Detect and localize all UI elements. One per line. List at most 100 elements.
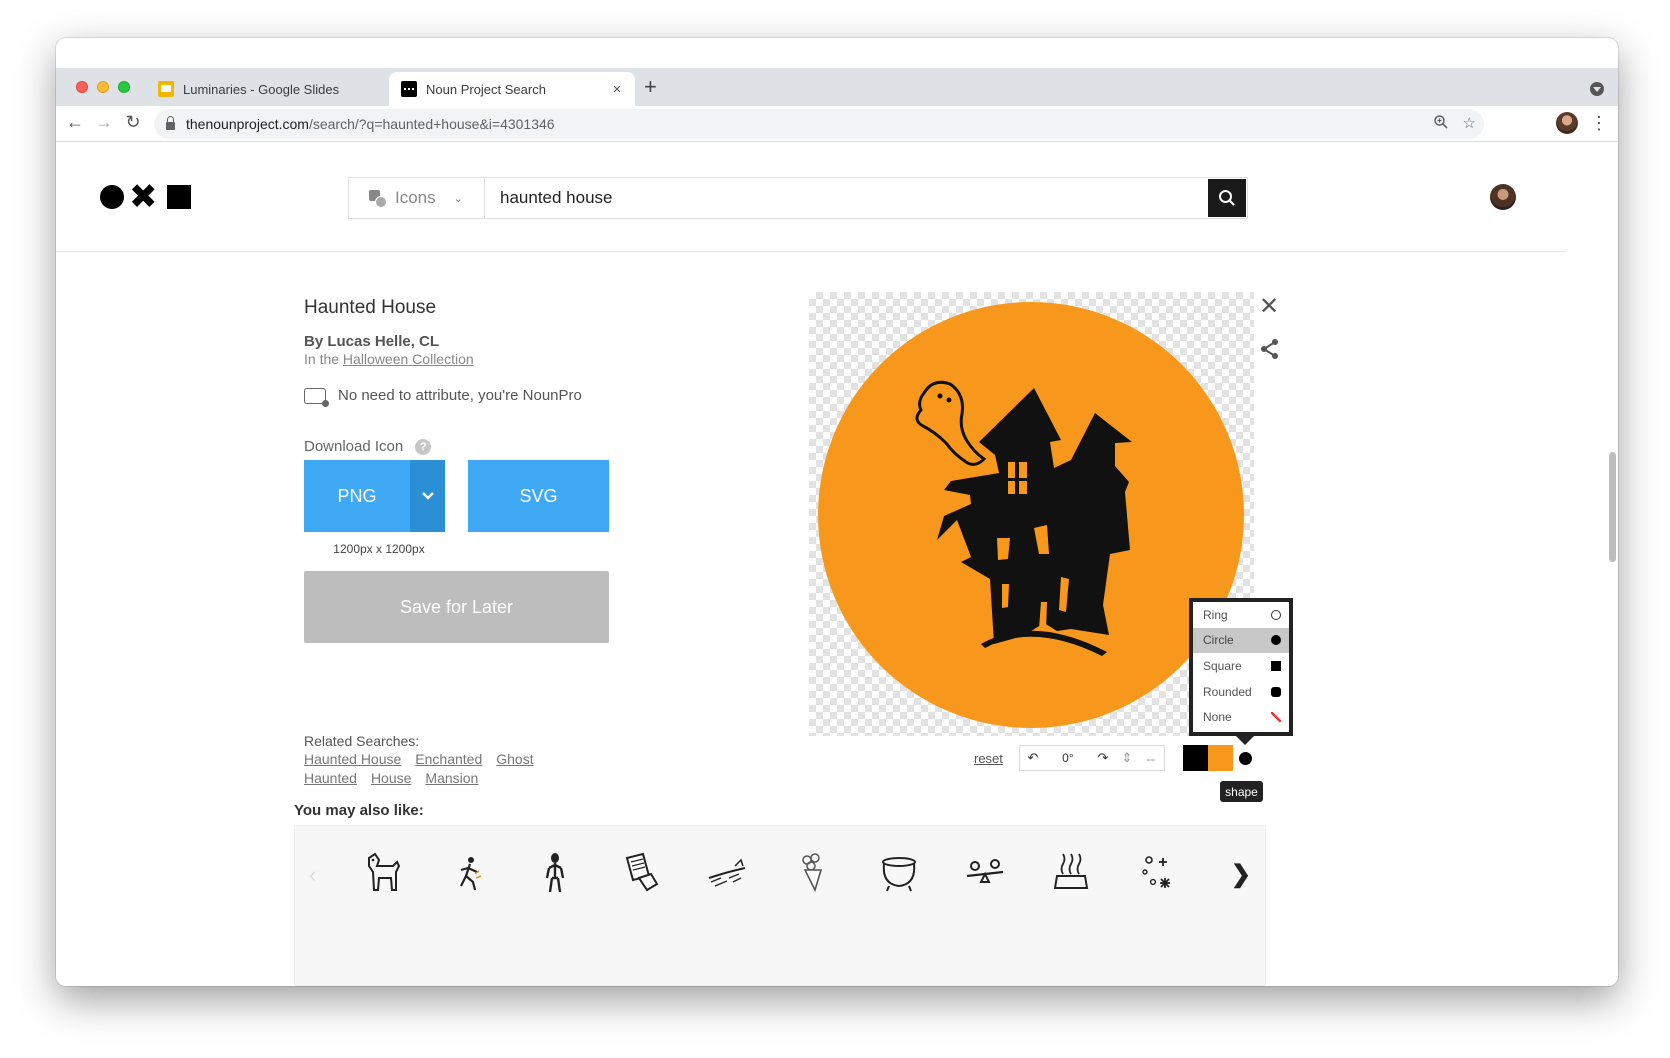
- reload-icon[interactable]: ↻: [123, 112, 143, 133]
- url-host: thenounproject.com: [186, 116, 309, 132]
- png-label: PNG: [337, 485, 377, 506]
- page-scrollbar[interactable]: [1609, 452, 1616, 562]
- site-header: ✖ Icons ⌄: [56, 142, 1566, 252]
- new-tab-button[interactable]: +: [644, 76, 657, 98]
- steam-icon[interactable]: [1051, 850, 1091, 896]
- also-like-heading: You may also like:: [294, 802, 424, 819]
- attribution-note: No need to attribute, you're NounPro: [304, 387, 582, 407]
- tab-label: Noun Project Search: [426, 81, 546, 97]
- shape-option-circle[interactable]: Circle: [1193, 627, 1289, 654]
- related-searches-heading: Related Searches:: [304, 733, 420, 749]
- window-top-strip: [56, 38, 1618, 68]
- shape-tooltip: shape: [1220, 781, 1263, 802]
- shape-option-label: Circle: [1203, 633, 1234, 648]
- tab-strip: Luminaries - Google Slides × Noun Projec…: [56, 68, 1618, 106]
- close-tab-icon[interactable]: ×: [607, 81, 627, 98]
- related-link[interactable]: House: [371, 769, 411, 787]
- paper-hand-icon[interactable]: [621, 850, 661, 896]
- carousel-next-icon[interactable]: ❯: [1231, 860, 1251, 889]
- witch-broom-icon[interactable]: [707, 850, 747, 896]
- download-heading: Download Icon ?: [304, 438, 432, 455]
- search-button[interactable]: [1208, 179, 1246, 217]
- noun-project-logo[interactable]: ✖: [100, 177, 191, 217]
- minimize-window-button[interactable]: [97, 81, 109, 93]
- noun-project-icon: [401, 81, 417, 97]
- runner-icon[interactable]: [449, 850, 489, 896]
- nounpro-badge-icon: [304, 387, 329, 407]
- lock-icon: [166, 116, 175, 130]
- bouquet-icon[interactable]: [793, 850, 833, 896]
- related-link[interactable]: Haunted: [304, 769, 357, 787]
- sparkles-icon[interactable]: [1137, 850, 1177, 896]
- search-type-select[interactable]: Icons ⌄: [349, 178, 485, 218]
- shape-option-label: Rounded: [1203, 684, 1252, 699]
- rotate-right-icon[interactable]: ↷: [1090, 750, 1116, 766]
- address-bar-actions: ☆: [1433, 114, 1476, 132]
- rotation-controls: ↶ 0° ↷ ⇕ ⇔: [1018, 745, 1165, 771]
- logo-circle: [100, 185, 124, 209]
- attribution-text: No need to attribute, you're NounPro: [338, 387, 582, 404]
- search-input[interactable]: [485, 178, 1207, 218]
- help-icon[interactable]: ?: [415, 438, 432, 455]
- rounded-square-icon: [1271, 686, 1281, 697]
- foreground-color-swatch[interactable]: [1182, 745, 1208, 771]
- profile-avatar[interactable]: [1556, 112, 1578, 134]
- download-label: Download Icon: [304, 438, 404, 455]
- chevron-down-icon: [421, 492, 434, 500]
- more-menu-icon[interactable]: ⋮: [1590, 114, 1608, 132]
- icon-title: Haunted House: [304, 297, 437, 318]
- save-for-later-button[interactable]: Save for Later: [304, 571, 609, 643]
- shape-option-square[interactable]: Square: [1193, 653, 1289, 679]
- flip-vertical-icon[interactable]: ⇕: [1116, 750, 1138, 766]
- shape-option-ring[interactable]: Ring: [1193, 602, 1289, 628]
- browser-toolbar: ← → ↻ thenounproject.com/search/?q=haunt…: [56, 106, 1618, 142]
- zoom-icon[interactable]: [1433, 114, 1449, 130]
- reset-link[interactable]: reset: [974, 751, 1003, 766]
- shape-picker-button[interactable]: [1233, 745, 1259, 771]
- no-shape-icon: [1271, 712, 1281, 723]
- icons-type-icon: [369, 190, 387, 208]
- close-window-button[interactable]: [76, 81, 88, 93]
- google-slides-icon: [158, 81, 174, 97]
- rotate-left-icon[interactable]: ↶: [1020, 750, 1046, 766]
- address-bar[interactable]: thenounproject.com/search/?q=haunted+hou…: [154, 109, 1484, 139]
- icon-collection: In the Halloween Collection: [304, 351, 474, 367]
- user-avatar[interactable]: [1490, 184, 1516, 210]
- maximize-window-button[interactable]: [118, 81, 130, 93]
- search-bar: Icons ⌄: [348, 177, 1248, 219]
- gender-seesaw-icon[interactable]: [965, 850, 1005, 896]
- tab-noun-project[interactable]: Noun Project Search ×: [389, 72, 635, 106]
- related-link[interactable]: Mansion: [425, 769, 478, 787]
- chevron-down-icon: ⌄: [453, 192, 463, 205]
- download-svg-button[interactable]: SVG: [468, 460, 609, 532]
- png-options-dropdown[interactable]: [410, 460, 445, 532]
- also-like-carousel: ‹ ❯: [294, 825, 1266, 986]
- dog-icon[interactable]: [363, 850, 403, 896]
- cauldron-icon[interactable]: [879, 850, 919, 896]
- shape-option-none[interactable]: None: [1193, 704, 1289, 730]
- shape-option-rounded[interactable]: Rounded: [1193, 679, 1289, 705]
- back-icon[interactable]: ←: [65, 112, 85, 133]
- alien-icon[interactable]: [535, 850, 575, 896]
- forward-icon[interactable]: →: [94, 112, 114, 133]
- tab-search-icon[interactable]: [1590, 82, 1604, 96]
- close-preview-icon[interactable]: ✕: [1259, 292, 1279, 320]
- shape-option-label: None: [1203, 710, 1232, 725]
- download-png-button[interactable]: PNG: [304, 460, 445, 532]
- background-color-swatch[interactable]: [1207, 745, 1233, 771]
- icon-editor-toolbar: reset ↶ 0° ↷ ⇕ ⇔: [974, 745, 1259, 771]
- search-type-label: Icons: [395, 188, 436, 207]
- collection-link[interactable]: Halloween Collection: [343, 351, 474, 367]
- page-content: ✖ Icons ⌄ Haunted House By Lucas Helle, …: [56, 142, 1618, 986]
- logo-cross: ✖: [129, 177, 158, 217]
- toolbar-right: ⋮: [1556, 112, 1608, 134]
- related-link[interactable]: Ghost: [496, 750, 533, 768]
- bookmark-star-icon[interactable]: ☆: [1463, 114, 1476, 132]
- rotation-value[interactable]: 0°: [1046, 751, 1090, 765]
- share-icon[interactable]: [1260, 338, 1280, 360]
- flip-horizontal-icon[interactable]: ⇔: [1138, 751, 1164, 766]
- carousel-prev-icon[interactable]: ‹: [309, 862, 316, 888]
- related-link[interactable]: Enchanted: [415, 750, 482, 768]
- related-link[interactable]: Haunted House: [304, 750, 401, 768]
- logo-square: [166, 185, 191, 209]
